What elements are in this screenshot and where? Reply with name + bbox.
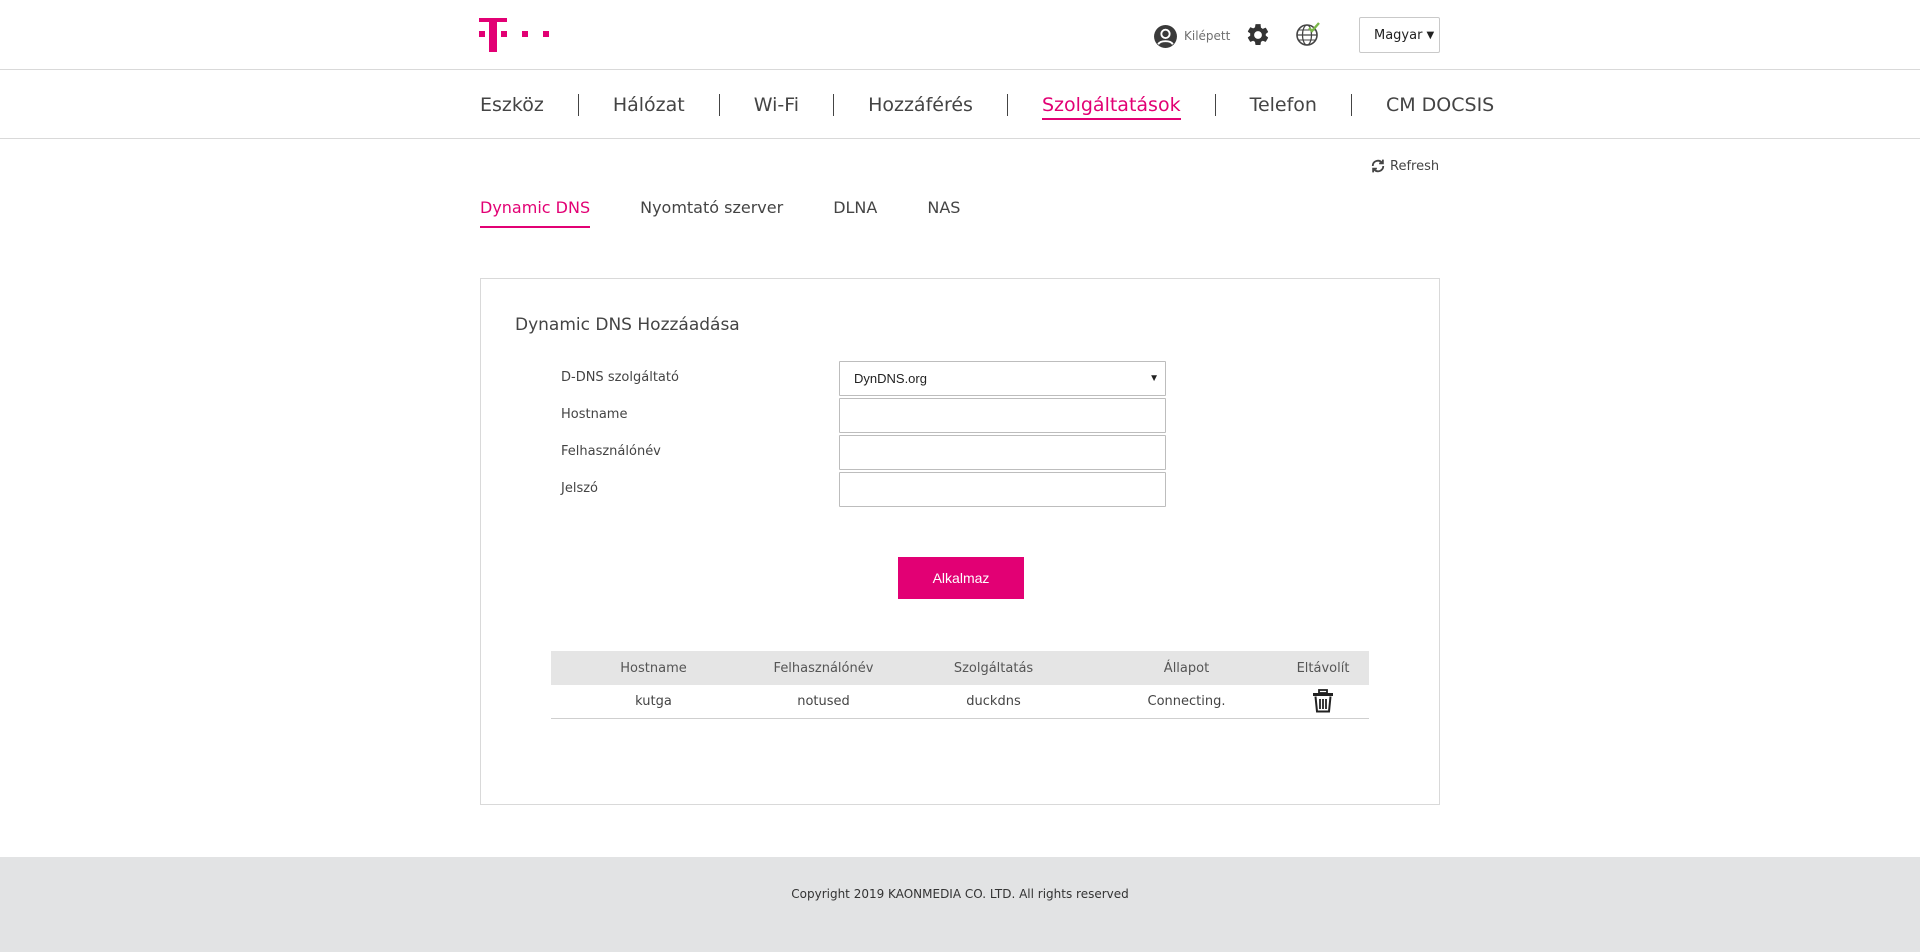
panel-title: Dynamic DNS Hozzáadása [515,315,740,335]
ddns-table: Hostname Felhasználónév Szolgáltatás Áll… [551,651,1369,719]
user-status[interactable]: Kilépett [1153,22,1230,50]
nav-item-szolgaltatasok[interactable]: Szolgáltatások [1041,94,1181,120]
chevron-down-icon: ▼ [1426,29,1435,41]
column-header-remove: Eltávolít [1277,651,1369,685]
cell-remove [1277,685,1369,719]
username-input[interactable] [839,435,1166,470]
nav-item-telefon[interactable]: Telefon [1250,94,1317,116]
nav-item-halozat[interactable]: Hálózat [613,94,685,116]
provider-row: D-DNS szolgáltató DynDNS.org ▼ [561,361,1261,396]
nav-item-wifi[interactable]: Wi-Fi [754,94,799,116]
password-row: Jelszó [561,472,1261,507]
refresh-button[interactable]: Refresh [1369,157,1439,175]
nav-divider [1006,93,1008,116]
password-input[interactable] [839,472,1166,507]
table-header-row: Hostname Felhasználónév Szolgáltatás Áll… [551,651,1369,685]
footer: Copyright 2019 KAONMEDIA CO. LTD. All ri… [0,857,1920,952]
column-header-hostname: Hostname [551,651,756,685]
refresh-label: Refresh [1390,158,1440,174]
language-select[interactable]: Magyar ▼ [1359,17,1440,53]
username-row: Felhasználónév [561,435,1261,470]
column-header-service: Szolgáltatás [891,651,1096,685]
user-status-label: Kilépett [1184,29,1231,43]
tab-dynamic-dns[interactable]: Dynamic DNS [480,198,591,228]
hostname-row: Hostname [561,398,1261,433]
cell-status: Connecting. [1096,685,1277,719]
provider-select[interactable]: DynDNS.org ▼ [839,361,1166,396]
username-label: Felhasználónév [561,444,661,459]
tab-nas[interactable]: NAS [927,198,960,224]
chevron-down-icon: ▼ [1149,373,1159,384]
nav-divider [1214,93,1216,116]
nav-item-hozzaferes[interactable]: Hozzáférés [868,94,973,116]
refresh-icon [1371,159,1385,173]
ddns-panel: Dynamic DNS Hozzáadása D-DNS szolgáltató… [480,278,1440,805]
user-icon [1154,24,1177,48]
column-header-status: Állapot [1096,651,1277,685]
nav-item-cm-docsis[interactable]: CM DOCSIS [1386,94,1494,116]
hostname-label: Hostname [561,407,628,422]
provider-select-value: DynDNS.org [854,371,927,386]
telekom-logo[interactable] [479,18,559,52]
nav-divider [577,93,579,116]
nav-divider [1350,93,1352,116]
top-header: Kilépett Magyar ▼ [0,0,1920,70]
hostname-input[interactable] [839,398,1166,433]
cell-service: duckdns [891,685,1096,719]
cell-hostname: kutga [551,685,756,719]
sub-tabs: Dynamic DNS Nyomtató szerver DLNA NAS [480,198,1010,228]
main-nav: Eszköz Hálózat Wi-Fi Hozzáférés Szolgált… [0,70,1920,139]
column-header-username: Felhasználónév [756,651,891,685]
language-select-value: Magyar [1374,27,1423,43]
globe-icon[interactable] [1295,22,1321,48]
apply-button[interactable]: Alkalmaz [898,557,1024,599]
table-row: kutga notused duckdns Connecting. [551,685,1369,719]
tab-dlna[interactable]: DLNA [833,198,877,224]
copyright-text: Copyright 2019 KAONMEDIA CO. LTD. All ri… [791,887,1129,901]
nav-divider [718,93,720,116]
cell-username: notused [756,685,891,719]
nav-divider [833,93,835,116]
tab-printer-server[interactable]: Nyomtató szerver [640,198,783,224]
nav-item-eszkoz[interactable]: Eszköz [480,94,544,116]
gear-icon[interactable] [1245,22,1271,48]
provider-label: D-DNS szolgáltató [561,370,679,385]
trash-icon[interactable] [1312,689,1334,713]
password-label: Jelszó [561,481,598,496]
